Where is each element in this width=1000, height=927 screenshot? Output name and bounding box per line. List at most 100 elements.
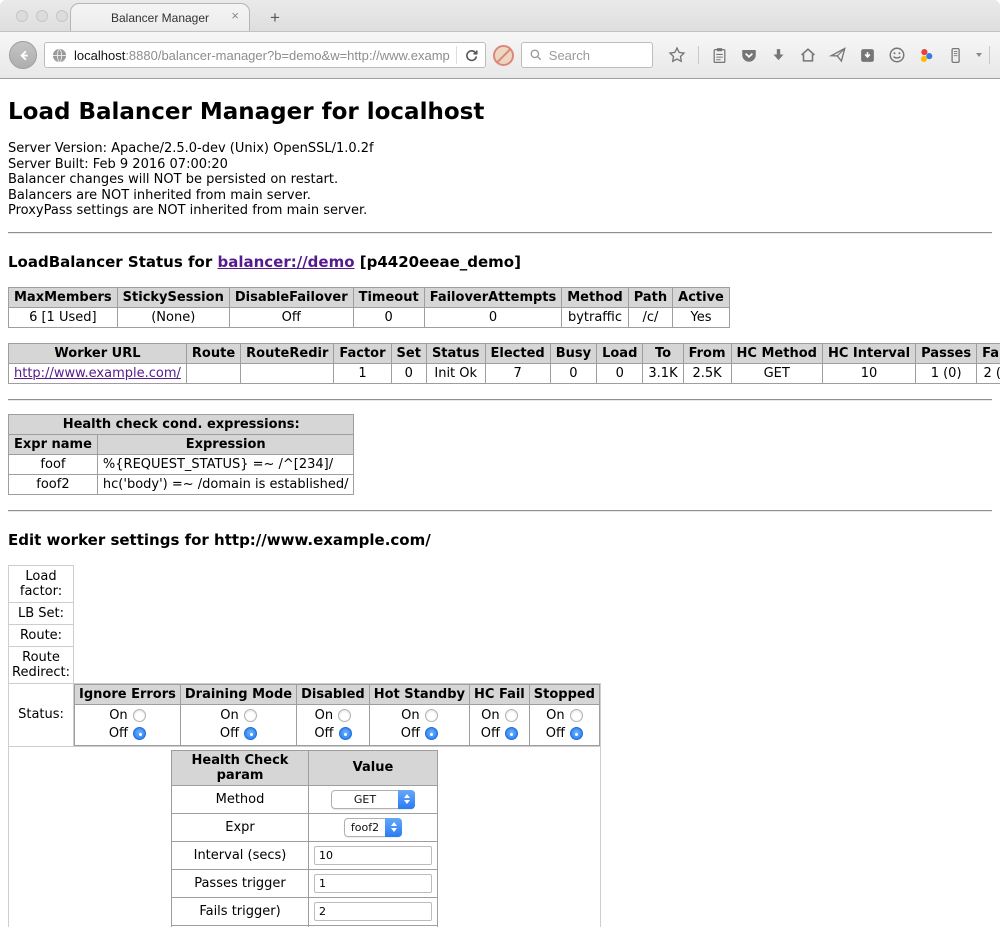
- hc-param-value: [309, 869, 438, 897]
- status-column-header: Hot Standby: [369, 684, 469, 704]
- chevron-up-icon: [391, 822, 397, 826]
- clipboard-icon[interactable]: [711, 47, 728, 64]
- status-radio-label: Off: [546, 725, 565, 743]
- balancer-link[interactable]: balancer://demo: [217, 253, 354, 271]
- bookmark-star-icon[interactable]: [668, 46, 686, 64]
- status-radio-label: Off: [314, 725, 333, 743]
- select-arrows-icon: [398, 790, 415, 809]
- status-radio-off[interactable]: [570, 727, 583, 740]
- column-header: From: [683, 343, 731, 363]
- table-row: foof%{REQUEST_STATUS} =~ /^[234]/: [9, 454, 354, 474]
- hc-param-value: [309, 841, 438, 869]
- status-radio-label: Off: [220, 725, 239, 743]
- health-check-param-table: Health Check paramValue MethodGETExprfoo…: [171, 750, 438, 927]
- status-radio-on[interactable]: [133, 709, 146, 722]
- tab-close-icon[interactable]: ×: [231, 9, 239, 22]
- status-radio-on[interactable]: [338, 709, 351, 722]
- column-header: Passes: [916, 343, 977, 363]
- hc-param-value: foof2: [309, 813, 438, 841]
- status-radio-off[interactable]: [339, 727, 352, 740]
- select-value: foof2: [345, 821, 385, 834]
- table-cell: Off: [229, 307, 353, 327]
- url-path: :8880/balancer-manager?b=demo&w=http://w…: [125, 48, 449, 63]
- color-dots-icon[interactable]: [918, 47, 935, 64]
- toolbar-divider: [698, 46, 699, 64]
- form-field-label: Route Redirect:: [9, 646, 74, 683]
- pocket-icon[interactable]: [740, 46, 758, 64]
- form-field-label: Load factor:: [9, 565, 74, 602]
- table-row: OnOffOnOffOnOffOnOffOnOffOnOff: [75, 704, 600, 745]
- hc-param-label: Passes trigger: [172, 869, 309, 897]
- table-cell: 1: [334, 363, 391, 383]
- passes-triggerinput[interactable]: [314, 874, 432, 893]
- send-plane-icon[interactable]: [829, 46, 847, 64]
- column-header: Health Check param: [172, 750, 309, 785]
- method-select[interactable]: GET: [331, 790, 415, 809]
- search-bar[interactable]: Search: [521, 42, 653, 68]
- overflow-caret-icon[interactable]: [976, 53, 982, 57]
- status-radio-label: On: [481, 707, 499, 725]
- menu-icons: [989, 46, 1000, 65]
- status-radio-off[interactable]: [133, 727, 146, 740]
- server-info-line: ProxyPass settings are NOT inherited fro…: [8, 203, 992, 219]
- fails-trigger-input[interactable]: [314, 902, 432, 921]
- table-cell: 0: [391, 363, 426, 383]
- table-cell: (None): [117, 307, 229, 327]
- status-radio-label: On: [109, 707, 127, 725]
- device-icon[interactable]: [947, 47, 964, 64]
- reload-button[interactable]: [456, 46, 479, 64]
- close-window-button[interactable]: [16, 10, 28, 22]
- adblock-icon[interactable]: [493, 45, 514, 66]
- table-row: Fails trigger): [172, 897, 438, 925]
- expr-name-cell: foof2: [9, 474, 98, 494]
- url-text[interactable]: localhost:8880/balancer-manager?b=demo&w…: [74, 48, 450, 63]
- select-arrows-icon: [385, 818, 402, 837]
- panel-download-icon[interactable]: [859, 47, 876, 64]
- status-radio-on[interactable]: [505, 709, 518, 722]
- worker-url-link[interactable]: http://www.example.com/: [14, 366, 181, 381]
- status-radio-off[interactable]: [505, 727, 518, 740]
- feedback-smiley-icon[interactable]: [888, 46, 906, 64]
- status-option-line: Off: [534, 725, 595, 743]
- hc-param-label: Fails trigger): [172, 897, 309, 925]
- table-cell: 7: [485, 363, 550, 383]
- server-info-line: Balancer changes will NOT be persisted o…: [8, 172, 992, 188]
- table-row: Expr foof2: [172, 813, 438, 841]
- status-radio-on[interactable]: [425, 709, 438, 722]
- home-icon[interactable]: [799, 46, 817, 64]
- status-option-line: On: [301, 707, 365, 725]
- divider: [8, 232, 992, 234]
- browser-tab[interactable]: Balancer Manager ×: [70, 3, 250, 31]
- column-header: Load: [597, 343, 643, 363]
- hc-param-label: Expr: [172, 813, 309, 841]
- interval-secs-input[interactable]: [314, 846, 432, 865]
- new-tab-button[interactable]: +: [270, 9, 280, 26]
- status-radio-on[interactable]: [570, 709, 583, 722]
- status-label: Status:: [9, 683, 74, 746]
- back-button[interactable]: [9, 41, 37, 69]
- status-option-line: Off: [301, 725, 365, 743]
- status-radio-on[interactable]: [244, 709, 257, 722]
- status-radio-off[interactable]: [425, 727, 438, 740]
- column-header: To: [643, 343, 683, 363]
- url-bar[interactable]: localhost:8880/balancer-manager?b=demo&w…: [44, 42, 486, 68]
- zoom-window-button[interactable]: [56, 10, 68, 22]
- window-controls: [16, 10, 68, 22]
- chevron-down-icon: [391, 828, 397, 832]
- status-radio-label: On: [546, 707, 564, 725]
- edit-worker-heading: Edit worker settings for http://www.exam…: [8, 531, 992, 549]
- column-header: DisableFailover: [229, 287, 353, 307]
- browser-window: Balancer Manager × + localhost:8880/bala…: [0, 0, 1000, 927]
- table-cell: 10: [822, 363, 915, 383]
- download-icon[interactable]: [770, 47, 787, 64]
- table-cell: 1 (0): [916, 363, 977, 383]
- column-header: Factor: [334, 343, 391, 363]
- form-field-label: LB Set:: [9, 602, 74, 624]
- status-radio-off[interactable]: [244, 727, 257, 740]
- table-cell: 2.5K: [683, 363, 731, 383]
- navigation-toolbar: localhost:8880/balancer-manager?b=demo&w…: [0, 32, 1000, 79]
- expression-cell: %{REQUEST_STATUS} =~ /^[234]/: [97, 454, 354, 474]
- expr-select[interactable]: foof2: [344, 818, 402, 837]
- minimize-window-button[interactable]: [36, 10, 48, 22]
- search-magnifier-icon: [529, 48, 543, 62]
